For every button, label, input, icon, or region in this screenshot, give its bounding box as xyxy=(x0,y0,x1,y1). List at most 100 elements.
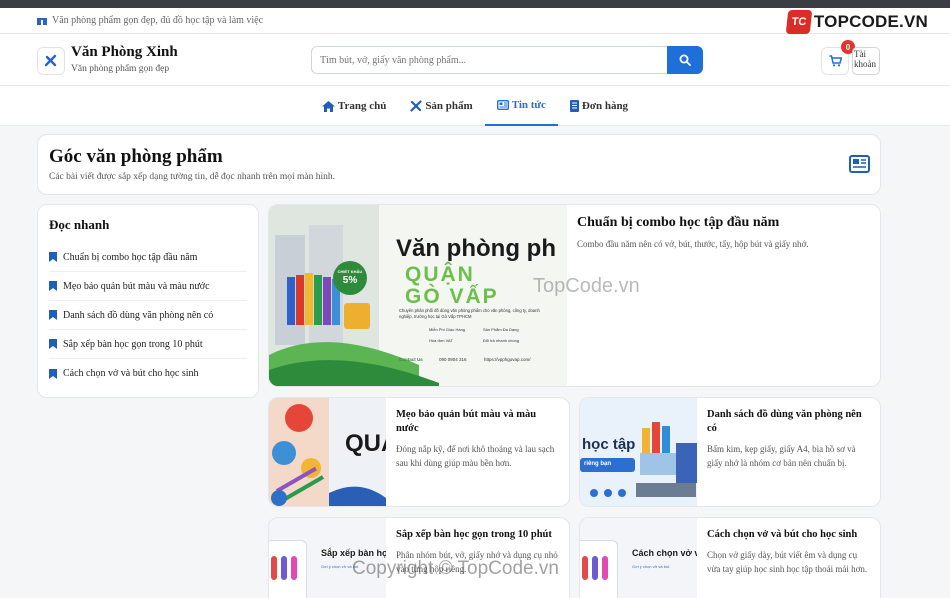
thumbnail-text: Cách chọn vở v xyxy=(632,548,697,558)
search-icon xyxy=(679,54,691,66)
nav-orders[interactable]: Đơn hàng xyxy=(558,86,640,126)
banner-contact: Contact Us xyxy=(399,357,423,362)
featured-banner-image: Văn phòng ph QUẬN GÒ VẤP CHIẾT KHẤU 5% C… xyxy=(269,205,567,386)
thumbnail-pen-mark xyxy=(592,556,598,580)
thumbnail-text: QUẠ xyxy=(345,430,386,457)
avatar-alt-text: Tài khoản xyxy=(854,49,876,69)
post-desc: Combo đầu năm nên có vở, bút, thước, tẩy… xyxy=(577,239,809,249)
page-subtitle: Các bài viết được sắp xếp dạng tường tin… xyxy=(49,172,336,182)
receipt-icon xyxy=(569,100,579,112)
post-thumbnail: Cách chọn vở v Gợi ý chọn vở và bút xyxy=(580,518,697,598)
nav-products[interactable]: Sản phẩm xyxy=(398,86,484,126)
post-body: Mẹo bảo quản bút màu và màu nước Đóng nắ… xyxy=(386,398,569,506)
post-desc: Chọn vở giấy dày, bút viết êm và dụng cụ… xyxy=(707,550,868,574)
post-thumbnail: học tập riêng bạn xyxy=(580,398,697,506)
logo-icon[interactable] xyxy=(37,47,65,75)
nav-news-label: Tin tức xyxy=(511,99,546,111)
bookmark-icon xyxy=(49,281,57,291)
avatar[interactable]: Tài khoản xyxy=(852,47,880,75)
bookmark-icon xyxy=(49,310,57,320)
thumbnail-subtext: Gợi ý chọn vở và bút xyxy=(632,564,670,569)
post-body: Danh sách đồ dùng văn phòng nên có Bấm k… xyxy=(697,398,880,506)
newspaper-icon xyxy=(849,155,870,173)
thumbnail-text: học tập xyxy=(582,436,636,453)
main-nav: Trang chủ Sản phẩm Tin tức Đơn hàng xyxy=(0,86,950,126)
sidebar-item[interactable]: Mẹo bảo quản bút màu và màu nước xyxy=(49,272,247,301)
sidebar-title: Đọc nhanh xyxy=(49,217,110,232)
banner-feature-2: Sản Phẩm Đa Dạng xyxy=(483,327,519,332)
post-thumbnail: Sắp xếp bàn họ Gợi ý chọn vở và bút xyxy=(269,518,386,598)
gift-icon xyxy=(37,16,47,25)
banner-phone: 090 0904 316 xyxy=(439,357,467,362)
post-card[interactable]: học tập riêng bạn Danh sách đồ dùng văn … xyxy=(579,397,881,507)
newspaper-icon xyxy=(496,100,509,110)
nav-news[interactable]: Tin tức xyxy=(484,86,558,126)
notice-bar: Văn phòng phẩm gọn đẹp, đủ đồ học tập và… xyxy=(0,8,950,34)
nav-home[interactable]: Trang chủ xyxy=(310,86,398,126)
site-title[interactable]: Văn Phòng Xinh xyxy=(71,44,178,61)
nav-products-label: Sản phẩm xyxy=(425,100,473,112)
thumbnail-pen-mark xyxy=(291,556,297,580)
page-header: Góc văn phòng phẩm Các bài viết được sắp… xyxy=(37,134,881,195)
topcode-mark: TC xyxy=(785,10,813,34)
post-card[interactable]: QUẠ Mẹo bảo quản bút màu và màu nước Đón… xyxy=(268,397,570,507)
page-title: Góc văn phòng phẩm xyxy=(49,146,223,167)
home-icon xyxy=(321,100,335,112)
discount-badge-label: CHIẾT KHẤU xyxy=(337,269,363,274)
discount-badge-percent: 5% xyxy=(342,275,358,286)
topcode-text: TOPCODE.VN xyxy=(813,12,928,31)
quick-read-sidebar: Đọc nhanh Chuẩn bị combo học tập đầu năm… xyxy=(37,204,259,398)
bookmark-icon xyxy=(49,339,57,349)
site-header: Văn Phòng Xinh Văn phòng phẩm gọn đẹp 0 … xyxy=(0,34,950,86)
post-title[interactable]: Sắp xếp bàn học gọn trong 10 phút xyxy=(396,528,559,542)
post-title[interactable]: Cách chọn vở và bút cho học sinh xyxy=(707,528,870,542)
post-title[interactable]: Mẹo bảo quản bút màu và màu nước xyxy=(396,408,559,436)
thumbnail-subtext: Gợi ý chọn vở và bút xyxy=(321,564,359,569)
post-body: Sắp xếp bàn học gọn trong 10 phút Phân n… xyxy=(386,518,569,598)
thumbnail-pen-mark xyxy=(582,556,588,580)
post-desc: Đóng nắp kỹ, để nơi khô thoáng và lau sạ… xyxy=(396,444,555,468)
sidebar-item[interactable]: Danh sách đồ dùng văn phòng nên có xyxy=(49,301,247,330)
sidebar-item[interactable]: Chuẩn bị combo học tập đầu năm xyxy=(49,243,247,272)
notice-text: Văn phòng phẩm gọn đẹp, đủ đồ học tập và… xyxy=(52,15,264,26)
post-card[interactable]: Sắp xếp bàn họ Gợi ý chọn vở và bút Sắp … xyxy=(268,517,570,598)
post-desc: Phân nhóm bút, vở, giấy nhớ và dụng cụ n… xyxy=(396,550,558,574)
sidebar-item-label: Chuẩn bị combo học tập đầu năm xyxy=(63,251,198,263)
tools-icon xyxy=(410,100,422,112)
banner-feature-3: Hóa đơn VAT xyxy=(429,338,453,343)
banner-line1: QUẬN xyxy=(405,263,475,286)
post-thumbnail: QUẠ xyxy=(269,398,386,506)
topcode-logo: TC TOPCODE.VN xyxy=(785,10,928,34)
search-input[interactable] xyxy=(311,46,668,74)
sidebar-item[interactable]: Cách chọn vở và bút cho học sinh xyxy=(49,359,247,388)
banner-feature-1: Miễn Phí Giao Hàng xyxy=(429,327,466,332)
featured-post-body: Chuẩn bị combo học tập đầu năm Combo đầu… xyxy=(567,205,880,386)
nav-home-label: Trang chủ xyxy=(337,100,387,112)
featured-post-card[interactable]: Văn phòng ph QUẬN GÒ VẤP CHIẾT KHẤU 5% C… xyxy=(268,204,881,387)
post-title[interactable]: Chuẩn bị combo học tập đầu năm xyxy=(577,215,870,231)
sidebar-item-label: Mẹo bảo quản bút màu và màu nước xyxy=(63,280,210,292)
site-subtitle: Văn phòng phẩm gọn đẹp xyxy=(71,64,170,74)
thumbnail-text: Sắp xếp bàn họ xyxy=(321,548,386,558)
nav-orders-label: Đơn hàng xyxy=(581,100,629,112)
post-body: Cách chọn vở và bút cho học sinh Chọn vở… xyxy=(697,518,880,598)
thumbnail-pen-mark xyxy=(271,556,277,580)
post-desc: Bấm kim, kẹp giấy, giấy A4, bìa hồ sơ và… xyxy=(707,444,856,468)
bookmark-icon xyxy=(49,368,57,379)
top-strip xyxy=(0,0,950,8)
sidebar-item-label: Cách chọn vở và bút cho học sinh xyxy=(63,368,199,379)
sidebar-item-label: Sắp xếp bàn học gọn trong 10 phút xyxy=(63,338,203,350)
banner-feature-4: Đổi trả nhanh chóng xyxy=(483,338,520,343)
post-card[interactable]: Cách chọn vở v Gợi ý chọn vở và bút Cách… xyxy=(579,517,881,598)
post-title[interactable]: Danh sách đồ dùng văn phòng nên có xyxy=(707,408,870,436)
banner-line2: GÒ VẤP xyxy=(405,285,499,308)
banner-website: https://vpphgovap.com/ xyxy=(484,357,531,362)
thumbnail-subtext: riêng bạn xyxy=(584,461,612,467)
banner-blurb: Chuyên phân phối đồ dùng văn phòng phẩm … xyxy=(399,308,540,319)
thumbnail-pen-mark xyxy=(281,556,287,580)
search-button[interactable] xyxy=(667,46,703,74)
banner-heading: Văn phòng ph xyxy=(396,235,556,262)
sidebar-item[interactable]: Sắp xếp bàn học gọn trong 10 phút xyxy=(49,330,247,359)
sidebar-item-label: Danh sách đồ dùng văn phòng nên có xyxy=(63,309,214,321)
thumbnail-pen-mark xyxy=(602,556,608,580)
